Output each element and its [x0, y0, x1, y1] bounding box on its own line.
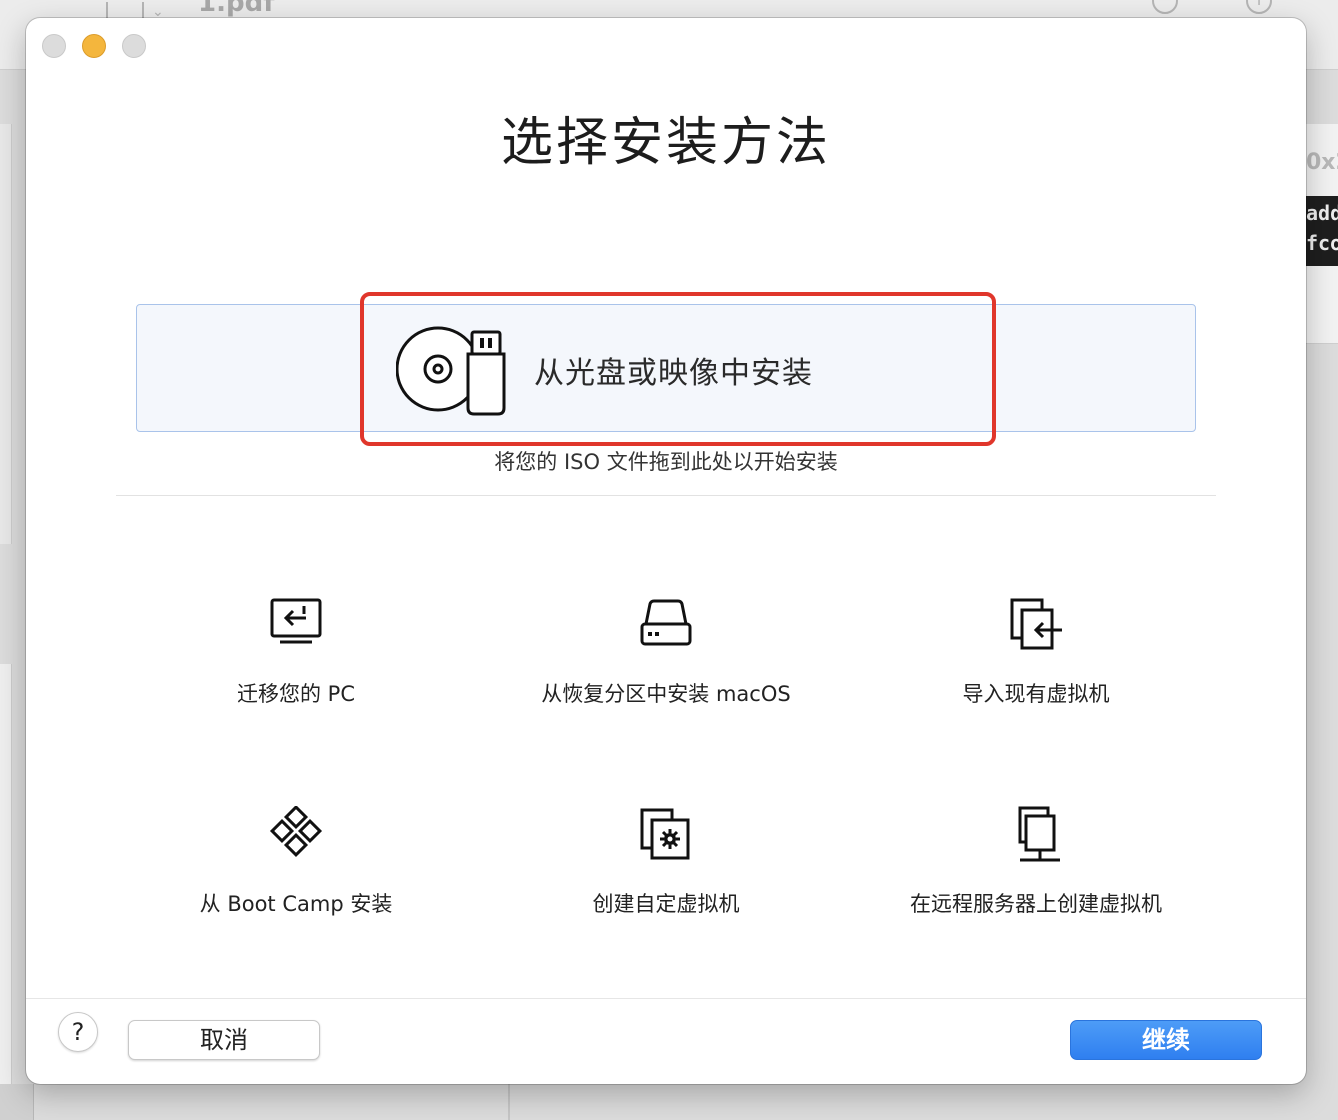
window-minimize-button[interactable] [82, 34, 106, 58]
option-label: 导入现有虚拟机 [962, 682, 1110, 706]
option-label: 从 Boot Camp 安装 [199, 892, 393, 916]
install-from-image-label[interactable]: 从光盘或映像中安装 [534, 348, 813, 392]
option-label: 创建自定虚拟机 [592, 892, 740, 916]
background-left-panel-lower [0, 664, 12, 1120]
disc-usb-icon [396, 326, 506, 416]
migrate-pc-icon [270, 598, 322, 644]
option-custom-vm[interactable]: 创建自定虚拟机 [486, 806, 846, 936]
help-button[interactable]: ? [58, 1012, 98, 1052]
continue-button[interactable]: 继续 [1070, 1020, 1262, 1060]
drop-hint-text: 将您的 ISO 文件拖到此处以开始安装 [494, 450, 838, 474]
option-label: 迁移您的 PC [236, 682, 355, 706]
install-method-dialog: 选择安装方法 从光盘或映像中安装 将您的 ISO 文件拖到此处以开始安装 迁移您… [26, 18, 1306, 1084]
background-code-snippet: addr fcos [1306, 196, 1338, 266]
background-divider [508, 1084, 510, 1120]
option-recovery-macos[interactable]: 从恢复分区中安装 macOS [486, 596, 846, 726]
option-boot-camp[interactable]: 从 Boot Camp 安装 [116, 806, 476, 936]
option-migrate-pc[interactable]: 迁移您的 PC [116, 596, 476, 726]
option-label: 从恢复分区中安装 macOS [541, 682, 791, 706]
window-close-button[interactable] [42, 34, 66, 58]
option-label: 在远程服务器上创建虚拟机 [910, 892, 1162, 916]
zoom-in-icon: + [1246, 0, 1272, 14]
window-zoom-button[interactable] [122, 34, 146, 58]
zoom-out-icon: − [1152, 0, 1178, 14]
dialog-title: 选择安装方法 [500, 113, 831, 173]
hard-drive-icon [640, 599, 692, 646]
cancel-button[interactable]: 取消 [128, 1020, 320, 1060]
code-line: fcos [1306, 231, 1338, 255]
section-divider [116, 495, 1216, 496]
option-import-vm[interactable]: 导入现有虚拟机 [856, 596, 1216, 726]
remote-server-icon [1018, 806, 1060, 862]
background-right-text: 0x2 [1306, 150, 1338, 175]
boot-camp-icon [269, 806, 323, 858]
background-document-title: 1.pdf [198, 0, 275, 18]
background-left-corner [0, 1084, 34, 1120]
custom-vm-icon [640, 808, 690, 860]
option-remote-server-vm[interactable]: 在远程服务器上创建虚拟机 [856, 806, 1216, 936]
footer-divider [26, 998, 1306, 999]
background-left-panel [0, 124, 12, 544]
code-line: addr [1306, 201, 1338, 225]
import-vm-icon [1010, 598, 1062, 650]
